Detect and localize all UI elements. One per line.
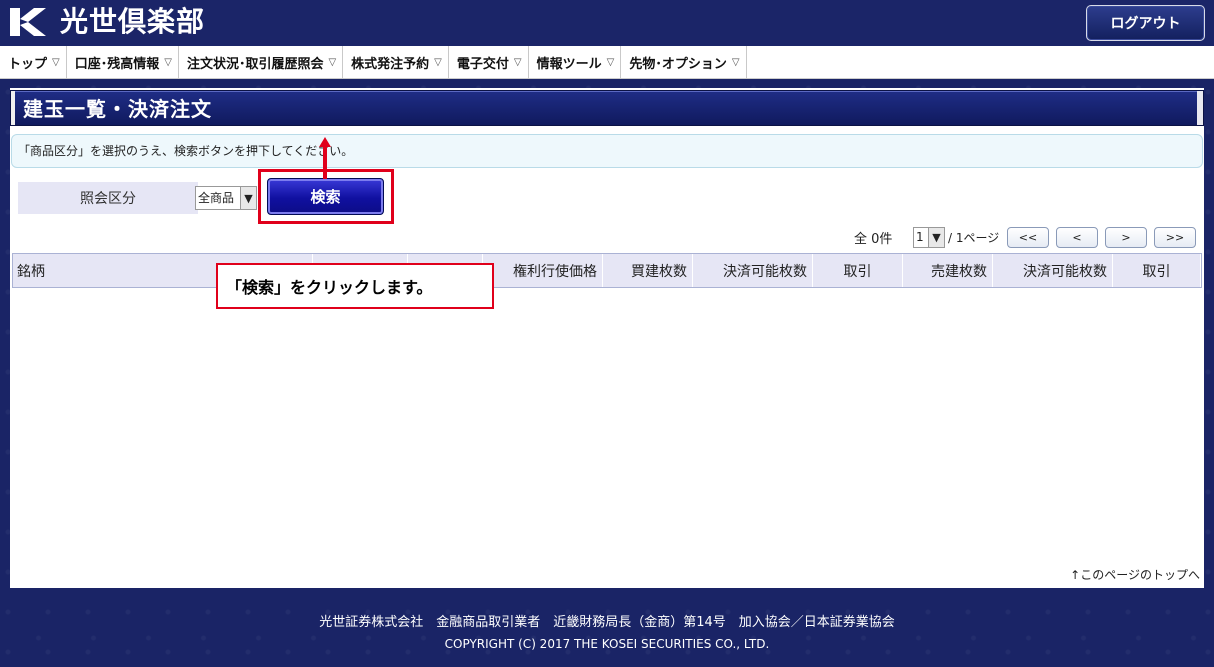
first-page-button[interactable]: << [1007,227,1049,248]
result-count: 全 0件 [854,232,893,247]
page-number-select[interactable]: 1 ▼ [913,227,945,248]
chevron-down-icon[interactable]: ▼ [928,228,944,247]
brand-name: 光世倶楽部 [60,5,206,38]
nav-item-label: 口座･残高情報 [74,57,160,72]
chevron-down-icon[interactable]: ▼ [240,187,256,209]
column-header: 権利行使価格 [483,254,603,287]
last-page-button[interactable]: >> [1154,227,1196,248]
caret-down-icon: ▽ [513,57,522,68]
nav-item-label: 株式発注予約 [351,57,430,72]
search-button[interactable]: 検索 [267,178,384,215]
footer-copyright: COPYRIGHT (C) 2017 THE KOSEI SECURITIES … [444,637,770,651]
caret-down-icon: ▽ [164,57,172,68]
caret-down-icon: ▽ [606,57,615,68]
instruction-callout: 「検索」をクリックします。 [216,263,494,309]
header: 光世倶楽部 ログアウト [0,0,1214,46]
nav-item-label: 情報ツール [536,57,602,72]
nav-item-label: 電子交付 [456,57,509,72]
page-select-value: 1 [916,230,924,244]
arrow-up-icon [319,137,331,179]
footer-company-info: 光世証券株式会社 金融商品取引業者 近畿財務局長（金商）第14号 加入協会／日本… [319,615,895,630]
column-header: 売建枚数 [903,254,993,287]
nav-item-label: 先物･オプション [629,57,727,72]
page-title-bar: 建玉一覧・決済注文 [10,90,1204,126]
nav-item-label: 注文状況･取引履歴照会 [186,57,324,72]
nav-item-label: トップ [8,57,48,72]
caret-down-icon: ▽ [434,57,442,68]
product-category-select[interactable]: 全商品 ▼ [195,186,257,210]
nav-item-top[interactable]: トップ ▽ [0,46,67,79]
column-header: 決済可能枚数 [993,254,1113,287]
nav-item-e-delivery[interactable]: 電子交付 ▽ [449,46,529,79]
filter-label: 照会区分 [18,182,198,214]
column-header: 取引 [1113,254,1201,287]
caret-down-icon: ▽ [731,57,740,68]
column-header: 取引 [813,254,903,287]
column-header: 買建枚数 [603,254,693,287]
instruction-notice: 「商品区分」を選択のうえ、検索ボタンを押下してください。 [11,134,1203,168]
main-nav: トップ ▽ 口座･残高情報 ▽ 注文状況･取引履歴照会 ▽ 株式発注予約 ▽ 電子交付 ▽… [0,46,1214,79]
next-page-button[interactable]: > [1105,227,1147,248]
kosei-logo-icon [10,8,46,36]
nav-item-info-tools[interactable]: 情報ツール ▽ [529,46,622,79]
main-panel: 建玉一覧・決済注文 「商品区分」を選択のうえ、検索ボタンを押下してください。 照… [10,88,1204,588]
page-title: 建玉一覧・決済注文 [23,97,212,121]
caret-down-icon: ▽ [52,57,60,68]
back-to-top-link[interactable]: ↑このページのトップへ [1070,566,1200,583]
prev-page-button[interactable]: < [1056,227,1098,248]
results-table-header: 銘柄 権利行使価格 買建枚数 決済可能枚数 取引 売建枚数 決済可能枚数 取引 [12,253,1202,288]
caret-down-icon: ▽ [328,57,337,68]
nav-item-account[interactable]: 口座･残高情報 ▽ [67,46,179,79]
nav-item-futures-options[interactable]: 先物･オプション ▽ [621,46,747,79]
page-total: / 1ページ [948,231,1000,245]
select-value: 全商品 [198,191,235,205]
nav-item-orders[interactable]: 注文状況･取引履歴照会 ▽ [179,46,344,79]
column-header: 決済可能枚数 [693,254,813,287]
nav-item-stock-reservation[interactable]: 株式発注予約 ▽ [343,46,449,79]
logout-button[interactable]: ログアウト [1086,5,1205,41]
